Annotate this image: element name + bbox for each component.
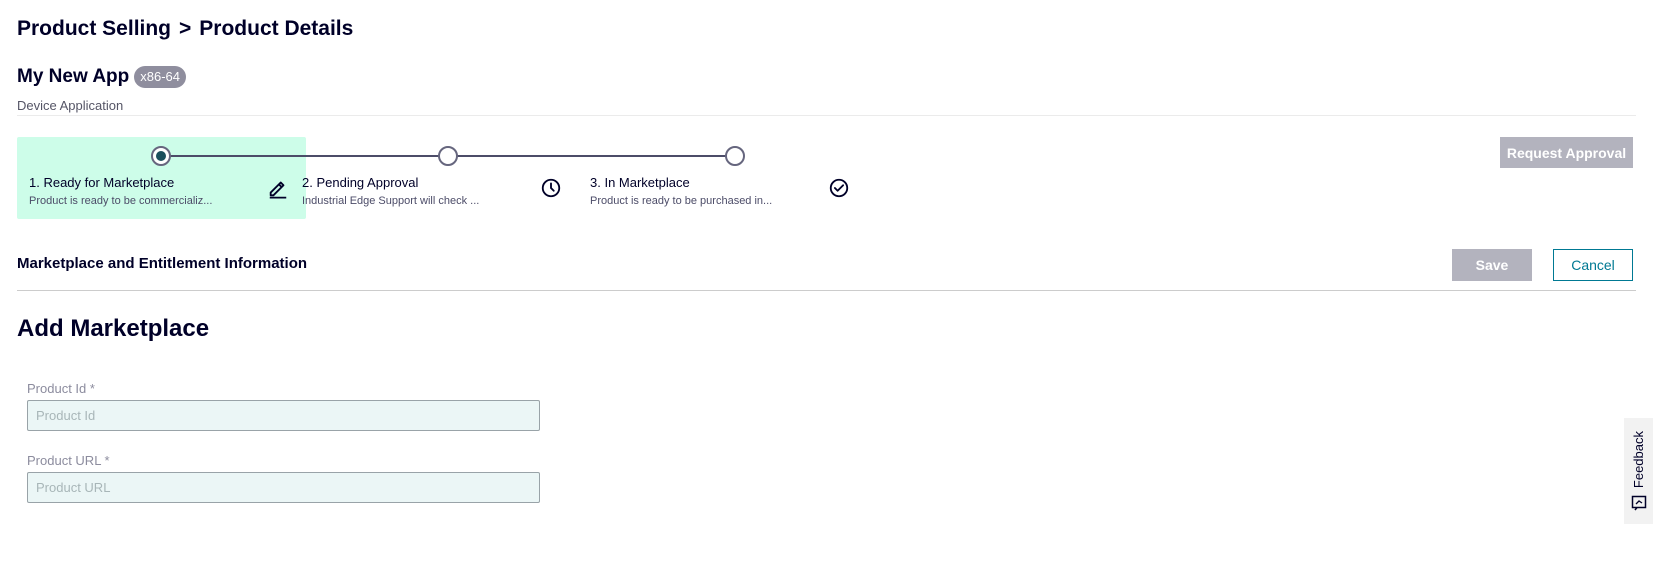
step-label: 2. Pending Approval bbox=[302, 175, 419, 190]
product-url-input[interactable] bbox=[27, 472, 540, 503]
step-description: Product is ready to be purchased in... bbox=[590, 195, 773, 207]
step-pending-approval[interactable]: 2. Pending Approval Industrial Edge Supp… bbox=[290, 137, 579, 219]
step-connector-line bbox=[161, 155, 304, 157]
step-connector-line bbox=[447, 155, 735, 157]
arch-badge: x86-64 bbox=[134, 66, 186, 88]
request-approval-button[interactable]: Request Approval bbox=[1500, 137, 1633, 168]
section-title: Marketplace and Entitlement Information bbox=[17, 255, 308, 272]
product-url-label: Product URL * bbox=[27, 453, 110, 468]
clock-icon bbox=[541, 178, 561, 198]
feedback-icon bbox=[1631, 495, 1646, 511]
breadcrumb-separator: > bbox=[179, 17, 192, 40]
header-divider bbox=[17, 115, 1636, 116]
breadcrumb-current: Product Details bbox=[199, 17, 354, 40]
product-id-input[interactable] bbox=[27, 400, 540, 431]
feedback-tab[interactable]: Feedback bbox=[1624, 418, 1653, 524]
save-button[interactable]: Save bbox=[1452, 249, 1532, 281]
section-divider bbox=[17, 290, 1636, 291]
step-dot bbox=[725, 146, 745, 166]
check-circle-icon bbox=[829, 178, 849, 198]
step-dot-active bbox=[151, 146, 171, 166]
feedback-label: Feedback bbox=[1631, 431, 1646, 489]
pencil-icon[interactable] bbox=[267, 177, 289, 199]
form-title: Add Marketplace bbox=[17, 315, 210, 342]
app-title: My New App bbox=[17, 66, 130, 87]
app-header: My New App x86-64 bbox=[17, 66, 186, 88]
cancel-button[interactable]: Cancel bbox=[1553, 249, 1633, 281]
step-in-marketplace[interactable]: 3. In Marketplace Product is ready to be… bbox=[578, 137, 867, 219]
step-dot bbox=[438, 146, 458, 166]
breadcrumb: Product Selling > Product Details bbox=[17, 17, 353, 41]
step-description: Industrial Edge Support will check ... bbox=[302, 195, 480, 207]
step-label: 3. In Marketplace bbox=[590, 175, 690, 190]
app-type: Device Application bbox=[17, 98, 124, 113]
status-stepper: 1. Ready for Marketplace Product is read… bbox=[17, 137, 879, 219]
step-label: 1. Ready for Marketplace bbox=[29, 175, 175, 190]
breadcrumb-parent[interactable]: Product Selling bbox=[17, 17, 171, 40]
step-connector-line bbox=[304, 155, 447, 157]
product-id-label: Product Id * bbox=[27, 381, 95, 396]
step-description: Product is ready to be commercializ... bbox=[29, 195, 213, 207]
